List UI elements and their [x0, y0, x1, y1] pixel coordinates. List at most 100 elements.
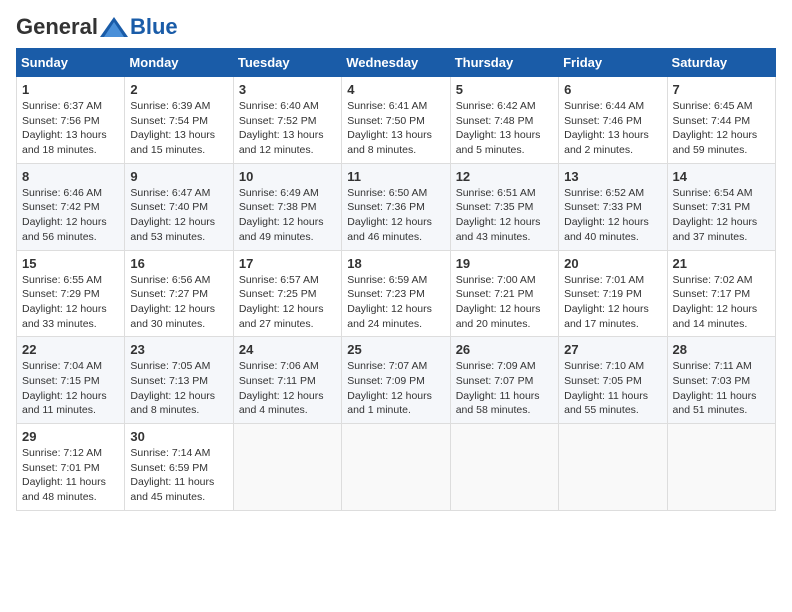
day-number: 28 [673, 342, 770, 357]
day-info: Sunrise: 6:40 AMSunset: 7:52 PMDaylight:… [239, 100, 324, 156]
day-number: 30 [130, 429, 227, 444]
calendar-day-cell [342, 424, 450, 511]
day-number: 13 [564, 169, 661, 184]
calendar-day-cell: 26 Sunrise: 7:09 AMSunset: 7:07 PMDaylig… [450, 337, 558, 424]
day-number: 24 [239, 342, 336, 357]
calendar-header-day: Wednesday [342, 49, 450, 77]
calendar-day-cell: 18 Sunrise: 6:59 AMSunset: 7:23 PMDaylig… [342, 250, 450, 337]
calendar-day-cell: 12 Sunrise: 6:51 AMSunset: 7:35 PMDaylig… [450, 163, 558, 250]
calendar-table: SundayMondayTuesdayWednesdayThursdayFrid… [16, 48, 776, 511]
day-info: Sunrise: 6:44 AMSunset: 7:46 PMDaylight:… [564, 100, 649, 156]
day-info: Sunrise: 7:10 AMSunset: 7:05 PMDaylight:… [564, 360, 648, 416]
calendar-day-cell: 15 Sunrise: 6:55 AMSunset: 7:29 PMDaylig… [17, 250, 125, 337]
day-info: Sunrise: 6:50 AMSunset: 7:36 PMDaylight:… [347, 187, 432, 243]
day-number: 21 [673, 256, 770, 271]
calendar-day-cell: 30 Sunrise: 7:14 AMSunset: 6:59 PMDaylig… [125, 424, 233, 511]
day-info: Sunrise: 6:47 AMSunset: 7:40 PMDaylight:… [130, 187, 215, 243]
day-info: Sunrise: 6:45 AMSunset: 7:44 PMDaylight:… [673, 100, 758, 156]
calendar-day-cell: 16 Sunrise: 6:56 AMSunset: 7:27 PMDaylig… [125, 250, 233, 337]
day-number: 12 [456, 169, 553, 184]
calendar-day-cell [450, 424, 558, 511]
calendar-week-row: 8 Sunrise: 6:46 AMSunset: 7:42 PMDayligh… [17, 163, 776, 250]
calendar-day-cell: 19 Sunrise: 7:00 AMSunset: 7:21 PMDaylig… [450, 250, 558, 337]
day-info: Sunrise: 6:41 AMSunset: 7:50 PMDaylight:… [347, 100, 432, 156]
calendar-day-cell: 5 Sunrise: 6:42 AMSunset: 7:48 PMDayligh… [450, 77, 558, 164]
calendar-week-row: 29 Sunrise: 7:12 AMSunset: 7:01 PMDaylig… [17, 424, 776, 511]
calendar-day-cell: 14 Sunrise: 6:54 AMSunset: 7:31 PMDaylig… [667, 163, 775, 250]
calendar-header-day: Monday [125, 49, 233, 77]
calendar-day-cell: 11 Sunrise: 6:50 AMSunset: 7:36 PMDaylig… [342, 163, 450, 250]
day-number: 18 [347, 256, 444, 271]
calendar-day-cell: 29 Sunrise: 7:12 AMSunset: 7:01 PMDaylig… [17, 424, 125, 511]
logo-general-text: General [16, 16, 98, 38]
day-info: Sunrise: 7:09 AMSunset: 7:07 PMDaylight:… [456, 360, 540, 416]
day-info: Sunrise: 7:07 AMSunset: 7:09 PMDaylight:… [347, 360, 432, 416]
calendar-day-cell: 23 Sunrise: 7:05 AMSunset: 7:13 PMDaylig… [125, 337, 233, 424]
calendar-day-cell [559, 424, 667, 511]
day-number: 10 [239, 169, 336, 184]
calendar-day-cell: 1 Sunrise: 6:37 AMSunset: 7:56 PMDayligh… [17, 77, 125, 164]
day-info: Sunrise: 6:37 AMSunset: 7:56 PMDaylight:… [22, 100, 107, 156]
calendar-day-cell: 8 Sunrise: 6:46 AMSunset: 7:42 PMDayligh… [17, 163, 125, 250]
calendar-day-cell: 6 Sunrise: 6:44 AMSunset: 7:46 PMDayligh… [559, 77, 667, 164]
day-number: 15 [22, 256, 119, 271]
calendar-day-cell: 10 Sunrise: 6:49 AMSunset: 7:38 PMDaylig… [233, 163, 341, 250]
day-info: Sunrise: 6:46 AMSunset: 7:42 PMDaylight:… [22, 187, 107, 243]
day-number: 23 [130, 342, 227, 357]
calendar-day-cell: 17 Sunrise: 6:57 AMSunset: 7:25 PMDaylig… [233, 250, 341, 337]
calendar-header-day: Sunday [17, 49, 125, 77]
day-info: Sunrise: 6:57 AMSunset: 7:25 PMDaylight:… [239, 274, 324, 330]
day-info: Sunrise: 6:55 AMSunset: 7:29 PMDaylight:… [22, 274, 107, 330]
day-info: Sunrise: 6:59 AMSunset: 7:23 PMDaylight:… [347, 274, 432, 330]
day-number: 1 [22, 82, 119, 97]
calendar-day-cell: 9 Sunrise: 6:47 AMSunset: 7:40 PMDayligh… [125, 163, 233, 250]
day-info: Sunrise: 6:42 AMSunset: 7:48 PMDaylight:… [456, 100, 541, 156]
calendar-day-cell: 7 Sunrise: 6:45 AMSunset: 7:44 PMDayligh… [667, 77, 775, 164]
day-info: Sunrise: 6:51 AMSunset: 7:35 PMDaylight:… [456, 187, 541, 243]
calendar-day-cell: 22 Sunrise: 7:04 AMSunset: 7:15 PMDaylig… [17, 337, 125, 424]
calendar-day-cell: 3 Sunrise: 6:40 AMSunset: 7:52 PMDayligh… [233, 77, 341, 164]
day-number: 17 [239, 256, 336, 271]
calendar-day-cell: 21 Sunrise: 7:02 AMSunset: 7:17 PMDaylig… [667, 250, 775, 337]
day-number: 16 [130, 256, 227, 271]
day-info: Sunrise: 7:06 AMSunset: 7:11 PMDaylight:… [239, 360, 324, 416]
day-number: 5 [456, 82, 553, 97]
day-number: 26 [456, 342, 553, 357]
day-info: Sunrise: 7:11 AMSunset: 7:03 PMDaylight:… [673, 360, 757, 416]
day-info: Sunrise: 7:14 AMSunset: 6:59 PMDaylight:… [130, 447, 214, 503]
day-number: 7 [673, 82, 770, 97]
calendar-header-day: Friday [559, 49, 667, 77]
day-info: Sunrise: 7:12 AMSunset: 7:01 PMDaylight:… [22, 447, 106, 503]
calendar-header-day: Thursday [450, 49, 558, 77]
day-number: 4 [347, 82, 444, 97]
calendar-week-row: 1 Sunrise: 6:37 AMSunset: 7:56 PMDayligh… [17, 77, 776, 164]
day-info: Sunrise: 6:52 AMSunset: 7:33 PMDaylight:… [564, 187, 649, 243]
day-info: Sunrise: 6:49 AMSunset: 7:38 PMDaylight:… [239, 187, 324, 243]
day-number: 3 [239, 82, 336, 97]
day-info: Sunrise: 7:02 AMSunset: 7:17 PMDaylight:… [673, 274, 758, 330]
day-info: Sunrise: 7:04 AMSunset: 7:15 PMDaylight:… [22, 360, 107, 416]
day-number: 27 [564, 342, 661, 357]
day-info: Sunrise: 7:01 AMSunset: 7:19 PMDaylight:… [564, 274, 649, 330]
calendar-day-cell: 25 Sunrise: 7:07 AMSunset: 7:09 PMDaylig… [342, 337, 450, 424]
day-number: 6 [564, 82, 661, 97]
day-number: 8 [22, 169, 119, 184]
calendar-day-cell: 4 Sunrise: 6:41 AMSunset: 7:50 PMDayligh… [342, 77, 450, 164]
day-number: 14 [673, 169, 770, 184]
calendar-header-day: Tuesday [233, 49, 341, 77]
calendar-day-cell: 28 Sunrise: 7:11 AMSunset: 7:03 PMDaylig… [667, 337, 775, 424]
day-info: Sunrise: 6:56 AMSunset: 7:27 PMDaylight:… [130, 274, 215, 330]
day-number: 29 [22, 429, 119, 444]
calendar-day-cell: 27 Sunrise: 7:10 AMSunset: 7:05 PMDaylig… [559, 337, 667, 424]
day-number: 25 [347, 342, 444, 357]
calendar-day-cell [233, 424, 341, 511]
day-number: 2 [130, 82, 227, 97]
day-number: 20 [564, 256, 661, 271]
calendar-day-cell: 2 Sunrise: 6:39 AMSunset: 7:54 PMDayligh… [125, 77, 233, 164]
day-info: Sunrise: 6:54 AMSunset: 7:31 PMDaylight:… [673, 187, 758, 243]
calendar-day-cell: 13 Sunrise: 6:52 AMSunset: 7:33 PMDaylig… [559, 163, 667, 250]
calendar-day-cell: 24 Sunrise: 7:06 AMSunset: 7:11 PMDaylig… [233, 337, 341, 424]
day-info: Sunrise: 6:39 AMSunset: 7:54 PMDaylight:… [130, 100, 215, 156]
day-info: Sunrise: 7:00 AMSunset: 7:21 PMDaylight:… [456, 274, 541, 330]
day-number: 9 [130, 169, 227, 184]
